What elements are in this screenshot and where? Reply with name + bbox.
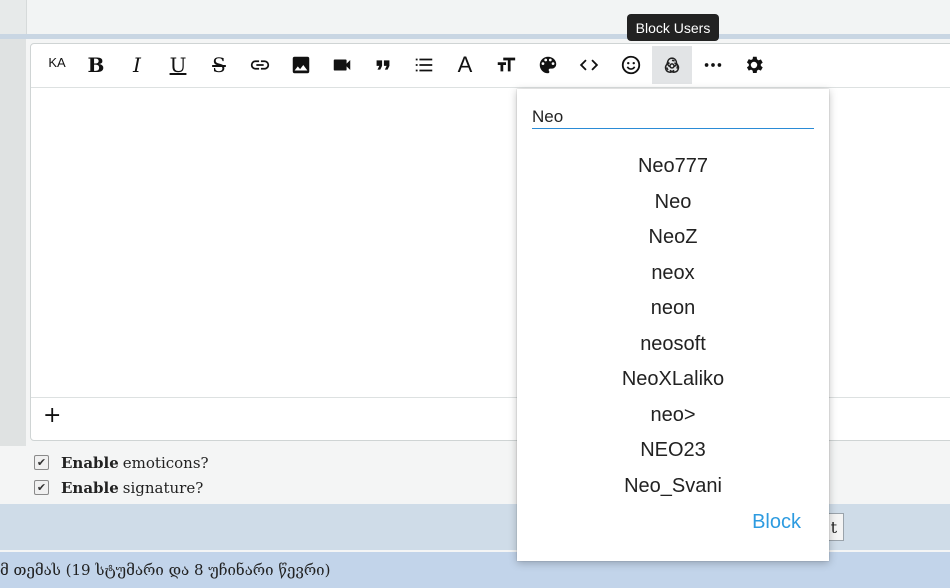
user-suggestion-item[interactable]: Neo777 (517, 149, 829, 185)
image-icon (292, 56, 310, 74)
block-users-button[interactable] (652, 46, 692, 84)
signature-label-bold: Enable (61, 478, 119, 497)
video-icon (333, 59, 351, 71)
color-button[interactable] (528, 46, 568, 84)
user-suggestion-item[interactable]: neox (517, 256, 829, 292)
more-button[interactable] (693, 46, 733, 84)
left-gutter (0, 39, 26, 446)
tooltip-text: Block Users (635, 19, 711, 36)
user-suggestion-list: Neo777 Neo NeoZ neox neon neosoft NeoXLaliko ne… (517, 149, 829, 504)
emoticons-option[interactable]: ✔ Enable emoticons? (34, 450, 209, 475)
smile-icon (621, 55, 641, 75)
signature-checkbox[interactable]: ✔ (34, 480, 49, 495)
ellipsis-icon (704, 63, 722, 67)
user-suggestion-item[interactable]: neon (517, 291, 829, 327)
list-icon (415, 58, 433, 72)
online-status-text: მ თემას (19 სტუმარი და 8 უჩინარი წევრი) (0, 561, 331, 579)
user-suggestion-item[interactable]: Neo (517, 185, 829, 221)
user-suggestion-item[interactable]: neo> (517, 398, 829, 434)
user-suggestion-item[interactable]: NeoXLaliko (517, 362, 829, 398)
submit-label: t (830, 517, 837, 537)
settings-button[interactable] (734, 46, 774, 84)
strikethrough-icon: S (212, 53, 226, 77)
bold-button[interactable]: B (76, 46, 116, 84)
gear-icon (746, 56, 763, 73)
emoticons-label: emoticons? (122, 453, 209, 472)
top-strip-gutter (0, 0, 27, 34)
video-button[interactable] (322, 46, 362, 84)
block-users-tooltip: Block Users (627, 14, 719, 41)
bold-icon: B (87, 53, 105, 77)
signature-option[interactable]: ✔ Enable signature? (34, 475, 209, 500)
language-label: KA (48, 55, 66, 70)
image-button[interactable] (281, 46, 321, 84)
link-icon (250, 60, 270, 70)
emoticons-checkbox[interactable]: ✔ (34, 455, 49, 470)
link-button[interactable] (240, 46, 280, 84)
emoji-button[interactable] (611, 46, 651, 84)
language-button[interactable]: KA (37, 46, 77, 84)
strikethrough-button[interactable]: S (199, 46, 239, 84)
block-users-dropdown: Neo777NeoNeoZneoxneonneosoftNeoXLalikone… (517, 89, 829, 561)
text-size-icon (497, 57, 516, 72)
italic-button[interactable]: I (117, 46, 157, 84)
header-divider (0, 34, 950, 39)
quote-icon (376, 60, 390, 70)
quote-button[interactable] (363, 46, 403, 84)
underline-button[interactable]: U (158, 46, 198, 84)
text-size-button[interactable] (486, 46, 526, 84)
font-button[interactable]: A (445, 46, 485, 84)
top-strip (0, 0, 950, 35)
font-icon: A (457, 52, 473, 77)
underline-icon: U (169, 53, 187, 77)
user-suggestion-item[interactable]: NEO23 (517, 433, 829, 469)
palette-icon (539, 56, 557, 74)
user-suggestion-item[interactable]: NeoZ (517, 220, 829, 256)
code-button[interactable] (569, 46, 609, 84)
user-search-input[interactable] (532, 106, 814, 129)
post-options: ✔ Enable emoticons? ✔ Enable signature? (34, 450, 209, 500)
editor-toolbar: KA B I U S A (31, 44, 950, 88)
emoticons-label-bold: Enable (61, 453, 119, 472)
biohazard-icon (664, 57, 680, 73)
italic-icon: I (133, 53, 141, 77)
signature-label: signature? (122, 478, 204, 497)
user-suggestion-item[interactable]: Neo_Svani (517, 469, 829, 505)
user-suggestion-item[interactable]: neosoft (517, 327, 829, 363)
list-button[interactable] (404, 46, 444, 84)
code-icon (579, 59, 599, 71)
add-attachment-button[interactable]: + (43, 403, 61, 428)
block-button[interactable]: Block (752, 511, 801, 534)
